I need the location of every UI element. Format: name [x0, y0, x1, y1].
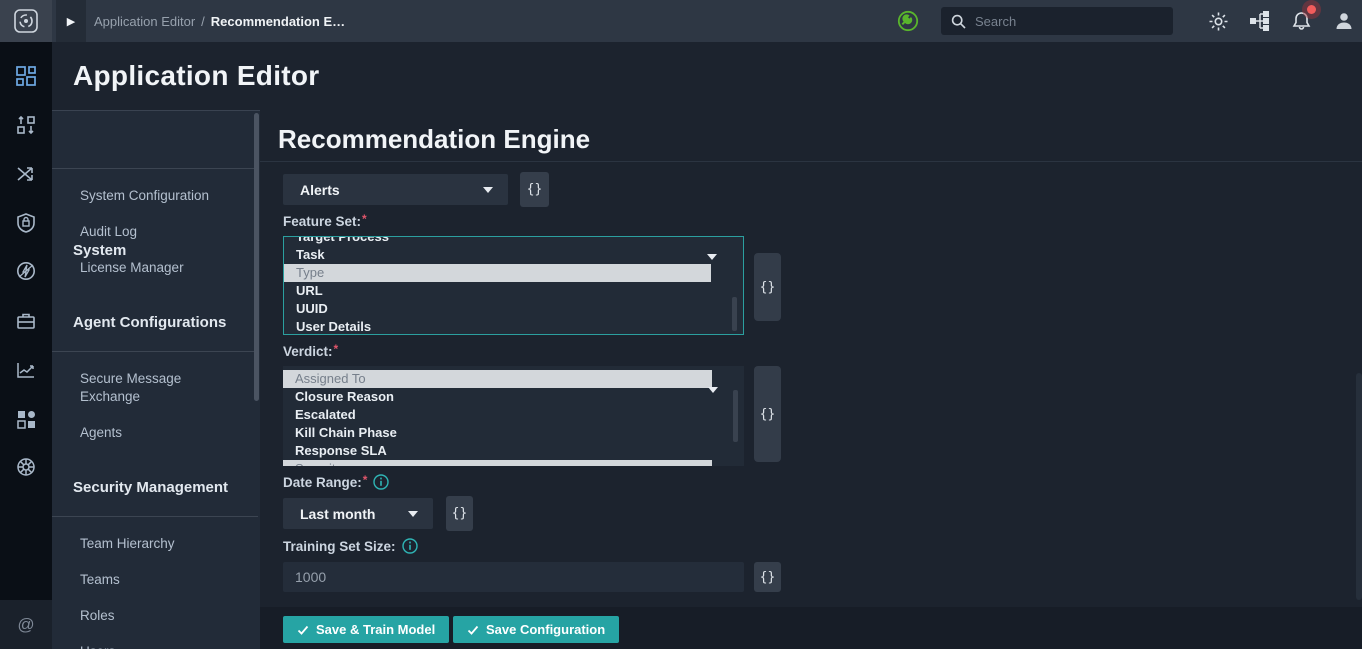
- date-range-json-button[interactable]: {}: [446, 496, 473, 531]
- sidebar-nav: System System Configuration Audit Log Li…: [52, 110, 260, 649]
- knowledge-wheel-icon[interactable]: [15, 456, 37, 478]
- sidebar-item-roles[interactable]: Roles: [80, 607, 230, 625]
- nav-divider: [52, 168, 258, 169]
- feature-set-json-button[interactable]: {}: [754, 253, 781, 321]
- reports-chart-icon[interactable]: [15, 359, 37, 381]
- footer-bar: Save & Train Model Save Configuration: [260, 607, 1362, 649]
- list-option[interactable]: User Details: [284, 318, 743, 335]
- date-range-value: Last month: [300, 506, 375, 522]
- app-logo-icon: [13, 8, 39, 34]
- top-bar: ▶ Application Editor / Recommendation E…: [52, 0, 1362, 42]
- verdict-listbox[interactable]: Assigned To Closure Reason Escalated Kil…: [283, 366, 744, 466]
- user-icon[interactable]: [1333, 10, 1355, 32]
- system-health-icon[interactable]: [897, 10, 919, 32]
- list-option-selected[interactable]: Severity: [283, 460, 712, 466]
- list-option[interactable]: URL: [284, 282, 743, 300]
- breadcrumb: Application Editor / Recommendation E…: [94, 0, 345, 42]
- page-title: Application Editor: [73, 60, 320, 92]
- date-range-select[interactable]: Last month: [283, 498, 433, 529]
- listbox-scrollbar[interactable]: [732, 297, 737, 331]
- nav-section-system: System: [73, 242, 126, 259]
- chevron-down-icon: [483, 187, 493, 193]
- module-select[interactable]: Alerts: [283, 174, 508, 205]
- shuffle-routing-icon[interactable]: [15, 163, 37, 185]
- main-content: Recommendation Engine Alerts {} Feature …: [260, 110, 1362, 649]
- info-icon[interactable]: [402, 538, 418, 554]
- listbox-scrollbar[interactable]: [733, 390, 738, 442]
- sidebar-item-users[interactable]: Users: [80, 643, 230, 649]
- chevron-down-icon: [408, 511, 418, 517]
- module-select-value: Alerts: [300, 182, 340, 198]
- list-option[interactable]: Task: [284, 246, 743, 264]
- sidebar-item-teams[interactable]: Teams: [80, 571, 230, 589]
- widgets-icon[interactable]: [15, 408, 37, 430]
- notification-badge: [1307, 5, 1316, 14]
- module-json-button[interactable]: {}: [520, 172, 549, 207]
- training-set-size-label: Training Set Size:: [283, 538, 418, 554]
- list-option[interactable]: Response SLA: [283, 442, 744, 460]
- notifications-bell-icon[interactable]: [1290, 10, 1312, 32]
- required-asterisk: *: [362, 212, 367, 226]
- sidebar-item-audit-log[interactable]: Audit Log: [80, 223, 230, 241]
- security-shield-icon[interactable]: [15, 212, 37, 234]
- nav-section-agent-configurations: Agent Configurations: [73, 314, 226, 331]
- nav-divider: [52, 516, 258, 517]
- dashboard-icon[interactable]: [15, 65, 37, 87]
- sidebar-expand-toggle[interactable]: ▶: [56, 0, 86, 42]
- list-option-selected[interactable]: Assigned To: [283, 370, 712, 388]
- feature-set-listbox[interactable]: Target Process Task Type URL UUID User D…: [283, 236, 744, 335]
- queue-management-icon[interactable]: [15, 114, 37, 136]
- list-option[interactable]: UUID: [284, 300, 743, 318]
- required-asterisk: *: [334, 342, 339, 356]
- search-input[interactable]: [975, 14, 1145, 29]
- content-scrollbar[interactable]: [1356, 373, 1362, 600]
- mentions-at-icon[interactable]: @: [0, 600, 52, 649]
- sidebar-scrollbar[interactable]: [254, 113, 259, 401]
- sidebar-item-license-manager[interactable]: License Manager: [80, 259, 230, 277]
- training-json-button[interactable]: {}: [754, 562, 781, 592]
- save-train-model-button[interactable]: Save & Train Model: [283, 616, 449, 643]
- nav-section-security-management: Security Management: [73, 479, 228, 496]
- breadcrumb-parent-link[interactable]: Application Editor: [94, 14, 195, 29]
- training-set-size-input[interactable]: [283, 562, 744, 592]
- sitemap-icon[interactable]: [1249, 10, 1271, 32]
- chevron-down-icon: [708, 387, 718, 393]
- list-option[interactable]: Escalated: [283, 406, 744, 424]
- application-editor-screen: @ ▶ Application Editor / Recommendation …: [0, 0, 1362, 649]
- list-option-selected[interactable]: Type: [284, 264, 711, 282]
- chevron-down-icon: [707, 254, 717, 260]
- sidebar-item-team-hierarchy[interactable]: Team Hierarchy: [80, 535, 230, 553]
- breadcrumb-separator: /: [201, 14, 205, 29]
- sidebar-item-agents[interactable]: Agents: [80, 424, 230, 442]
- save-configuration-button[interactable]: Save Configuration: [453, 616, 619, 643]
- automation-bolt-icon[interactable]: [15, 260, 37, 282]
- verdict-json-button[interactable]: {}: [754, 366, 781, 462]
- title-bar: Application Editor: [52, 42, 1362, 110]
- app-logo[interactable]: [0, 0, 52, 42]
- sidebar-item-system-configuration[interactable]: System Configuration: [80, 187, 230, 205]
- breadcrumb-current: Recommendation E…: [211, 14, 345, 29]
- nav-divider: [52, 351, 258, 352]
- settings-gear-icon[interactable]: [1207, 10, 1229, 32]
- check-icon: [297, 624, 309, 636]
- list-option[interactable]: Kill Chain Phase: [283, 424, 744, 442]
- content-heading: Recommendation Engine: [278, 124, 590, 155]
- date-range-label: Date Range:*: [283, 474, 389, 490]
- check-icon: [467, 624, 479, 636]
- global-search: [941, 7, 1173, 35]
- list-option[interactable]: Closure Reason: [283, 388, 744, 406]
- list-option-partial[interactable]: Target Process: [284, 236, 743, 246]
- sidebar-item-secure-message-exchange[interactable]: Secure Message Exchange: [80, 370, 230, 406]
- feature-set-label: Feature Set:*: [283, 214, 367, 229]
- heading-divider: [260, 161, 1362, 162]
- required-asterisk: *: [363, 473, 368, 487]
- verdict-label: Verdict:*: [283, 344, 338, 359]
- icon-rail: @: [0, 0, 52, 649]
- info-icon[interactable]: [373, 474, 389, 490]
- war-room-briefcase-icon[interactable]: [15, 310, 37, 332]
- search-icon: [951, 14, 966, 29]
